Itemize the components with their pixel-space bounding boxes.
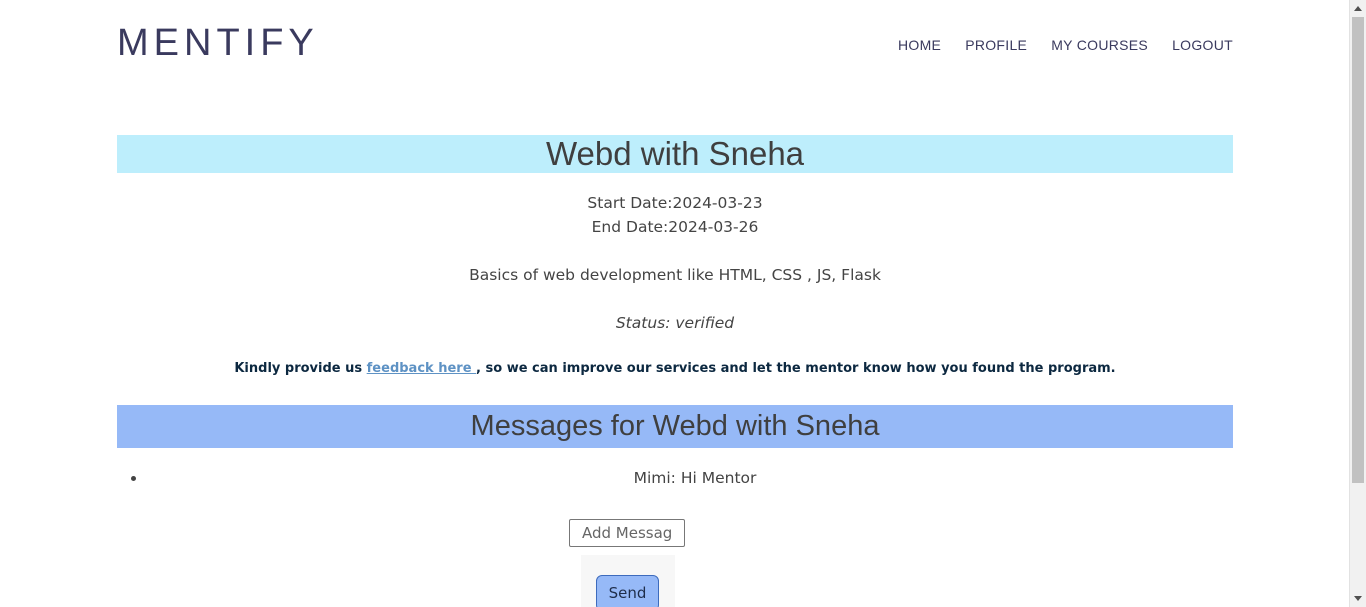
course-start-date: Start Date:2024-03-23 [587, 194, 763, 212]
feedback-prefix: Kindly provide us [234, 361, 367, 376]
send-button-area: Send [581, 555, 675, 607]
scroll-down-arrow-icon[interactable] [1354, 596, 1362, 601]
course-status: Status: verified [615, 314, 735, 332]
top-nav: HOME PROFILE MY COURSES LOGOUT [898, 37, 1233, 53]
nav-my-courses-link[interactable]: MY COURSES [1051, 37, 1148, 53]
feedback-suffix: , so we can improve our services and let… [476, 361, 1116, 376]
course-end-date: End Date:2024-03-26 [591, 218, 759, 236]
message-input[interactable] [569, 519, 685, 547]
nav-profile-link[interactable]: PROFILE [965, 37, 1027, 53]
messages-title: Messages for Webd with Sneha [117, 405, 1233, 448]
send-button[interactable]: Send [596, 575, 659, 607]
course-description: Basics of web development like HTML, CSS… [469, 266, 881, 284]
message-list: Mimi: Hi Mentor [117, 469, 1233, 487]
feedback-notice: Kindly provide us feedback here , so we … [117, 361, 1233, 376]
feedback-link[interactable]: feedback here [367, 361, 476, 376]
message-item: Mimi: Hi Mentor [147, 469, 1233, 487]
scrollbar-thumb[interactable] [1352, 17, 1364, 483]
scroll-up-arrow-icon[interactable] [1354, 6, 1362, 11]
nav-home-link[interactable]: HOME [898, 37, 941, 53]
brand-logo[interactable]: MENTIFY [117, 22, 319, 65]
nav-logout-link[interactable]: LOGOUT [1172, 37, 1233, 53]
page: MENTIFY HOME PROFILE MY COURSES LOGOUT W… [0, 0, 1349, 607]
page-scrollbar[interactable] [1349, 0, 1366, 607]
course-title: Webd with Sneha [117, 135, 1233, 173]
